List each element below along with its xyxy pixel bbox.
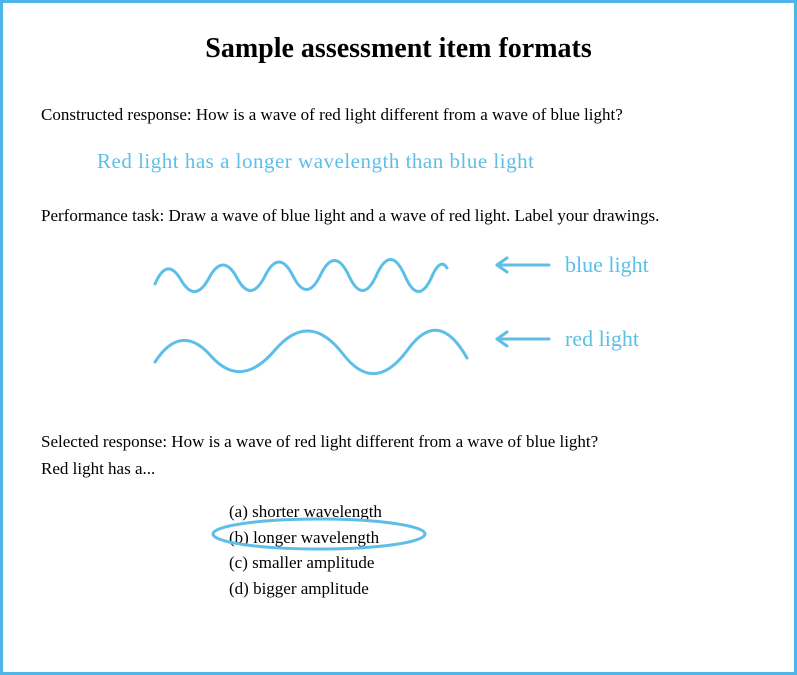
red-light-wave bbox=[151, 318, 471, 378]
selected-prompt-line1: Selected response: How is a wave of red … bbox=[41, 430, 756, 454]
constructed-prompt: Constructed response: How is a wave of r… bbox=[41, 103, 756, 127]
drawing-area: blue light red light bbox=[41, 242, 756, 402]
wave-icon bbox=[151, 318, 471, 378]
wave-icon bbox=[151, 250, 451, 296]
arrow-left-icon bbox=[491, 254, 551, 276]
red-light-label: red light bbox=[565, 326, 639, 352]
option-d: (d) bigger amplitude bbox=[229, 576, 756, 602]
arrow-left-icon bbox=[491, 328, 551, 350]
selected-prompt-line2: Red light has a... bbox=[41, 457, 756, 481]
page-title: Sample assessment item formats bbox=[41, 33, 756, 65]
red-light-label-group: red light bbox=[491, 326, 639, 352]
blue-light-label-group: blue light bbox=[491, 252, 649, 278]
performance-prompt: Performance task: Draw a wave of blue li… bbox=[41, 204, 756, 228]
handwritten-answer: Red light has a longer wavelength than b… bbox=[97, 149, 756, 174]
blue-light-label: blue light bbox=[565, 252, 649, 278]
option-b: (b) longer wavelength bbox=[229, 525, 756, 551]
option-a: (a) shorter wavelength bbox=[229, 499, 756, 525]
constructed-response-section: Constructed response: How is a wave of r… bbox=[41, 103, 756, 174]
performance-task-section: Performance task: Draw a wave of blue li… bbox=[41, 204, 756, 402]
blue-light-wave bbox=[151, 250, 451, 296]
options-list: (a) shorter wavelength (b) longer wavele… bbox=[229, 499, 756, 601]
document-frame: Sample assessment item formats Construct… bbox=[0, 0, 797, 675]
option-c: (c) smaller amplitude bbox=[229, 550, 756, 576]
selected-response-section: Selected response: How is a wave of red … bbox=[41, 430, 756, 602]
